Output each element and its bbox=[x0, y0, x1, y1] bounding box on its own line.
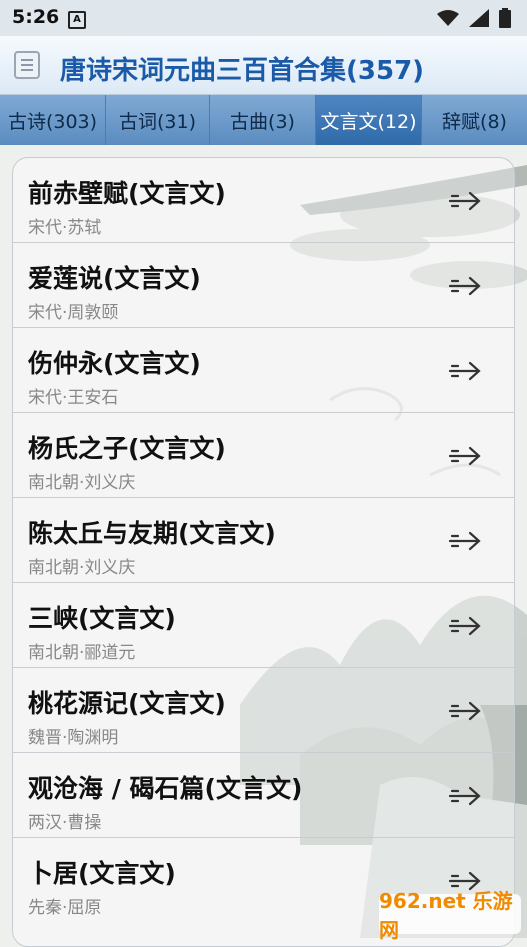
item-author: 宋代·王安石 bbox=[28, 388, 119, 408]
item-author: 先秦·屈原 bbox=[28, 898, 102, 918]
item-author: 南北朝·刘义庆 bbox=[28, 473, 136, 493]
tab-cifu[interactable]: 辞赋(8) bbox=[422, 95, 527, 145]
list-item[interactable]: 三峡(文言文) 南北朝·郦道元 bbox=[13, 583, 514, 668]
list-item[interactable]: 杨氏之子(文言文) 南北朝·刘义庆 bbox=[13, 413, 514, 498]
arrow-right-icon[interactable] bbox=[448, 528, 484, 554]
item-author: 宋代·周敦颐 bbox=[28, 303, 119, 323]
status-time: 5:26 bbox=[12, 6, 60, 28]
arrow-right-icon[interactable] bbox=[448, 783, 484, 809]
battery-icon bbox=[499, 8, 511, 28]
arrow-right-icon[interactable] bbox=[448, 613, 484, 639]
arrow-right-icon[interactable] bbox=[448, 443, 484, 469]
list-item[interactable]: 爱莲说(文言文) 宋代·周敦颐 bbox=[13, 243, 514, 328]
item-title: 观沧海 / 碣石篇(文言文) bbox=[28, 774, 303, 803]
list-item[interactable]: 陈太丘与友期(文言文) 南北朝·刘义庆 bbox=[13, 498, 514, 583]
site-watermark: 962.net 乐游网 bbox=[379, 889, 521, 942]
item-title: 前赤壁赋(文言文) bbox=[28, 179, 226, 208]
tab-guci[interactable]: 古词(31) bbox=[106, 95, 210, 145]
item-title: 伤仲永(文言文) bbox=[28, 349, 201, 378]
arrow-right-icon[interactable] bbox=[448, 698, 484, 724]
status-bar: 5:26 A bbox=[0, 0, 527, 36]
item-author: 宋代·苏轼 bbox=[28, 218, 102, 238]
item-title: 桃花源记(文言文) bbox=[28, 689, 226, 718]
item-title: 三峡(文言文) bbox=[28, 604, 176, 633]
tab-guqu[interactable]: 古曲(3) bbox=[210, 95, 316, 145]
item-author: 魏晋·陶渊明 bbox=[28, 728, 119, 748]
wifi-icon bbox=[437, 10, 459, 26]
poem-list: 前赤壁赋(文言文) 宋代·苏轼 爱莲说(文言文) 宋代·周敦颐 伤仲永(文言文)… bbox=[12, 157, 515, 947]
item-title: 陈太丘与友期(文言文) bbox=[28, 519, 276, 548]
menu-icon[interactable] bbox=[14, 51, 40, 79]
list-item[interactable]: 桃花源记(文言文) 魏晋·陶渊明 bbox=[13, 668, 514, 753]
category-tabs: 古诗(303) 古词(31) 古曲(3) 文言文(12) 辞赋(8) bbox=[0, 95, 527, 145]
item-author: 南北朝·刘义庆 bbox=[28, 558, 136, 578]
list-item[interactable]: 前赤壁赋(文言文) 宋代·苏轼 bbox=[13, 158, 514, 243]
tab-gushi[interactable]: 古诗(303) bbox=[0, 95, 106, 145]
page-title: 唐诗宋词元曲三百首合集(357) bbox=[60, 56, 425, 86]
list-item[interactable]: 观沧海 / 碣石篇(文言文) 两汉·曹操 bbox=[13, 753, 514, 838]
item-title: 爱莲说(文言文) bbox=[28, 264, 201, 293]
list-item[interactable]: 伤仲永(文言文) 宋代·王安石 bbox=[13, 328, 514, 413]
arrow-right-icon[interactable] bbox=[448, 188, 484, 214]
item-title: 卜居(文言文) bbox=[28, 859, 176, 888]
tab-wenyanwen[interactable]: 文言文(12) bbox=[316, 95, 422, 145]
arrow-right-icon[interactable] bbox=[448, 358, 484, 384]
status-icons bbox=[437, 8, 511, 28]
cell-signal-icon bbox=[469, 9, 489, 27]
arrow-right-icon[interactable] bbox=[448, 273, 484, 299]
app-header: 唐诗宋词元曲三百首合集(357) bbox=[0, 36, 527, 95]
item-title: 杨氏之子(文言文) bbox=[28, 434, 226, 463]
notification-a-icon: A bbox=[68, 11, 86, 29]
item-author: 南北朝·郦道元 bbox=[28, 643, 136, 663]
item-author: 两汉·曹操 bbox=[28, 813, 102, 833]
